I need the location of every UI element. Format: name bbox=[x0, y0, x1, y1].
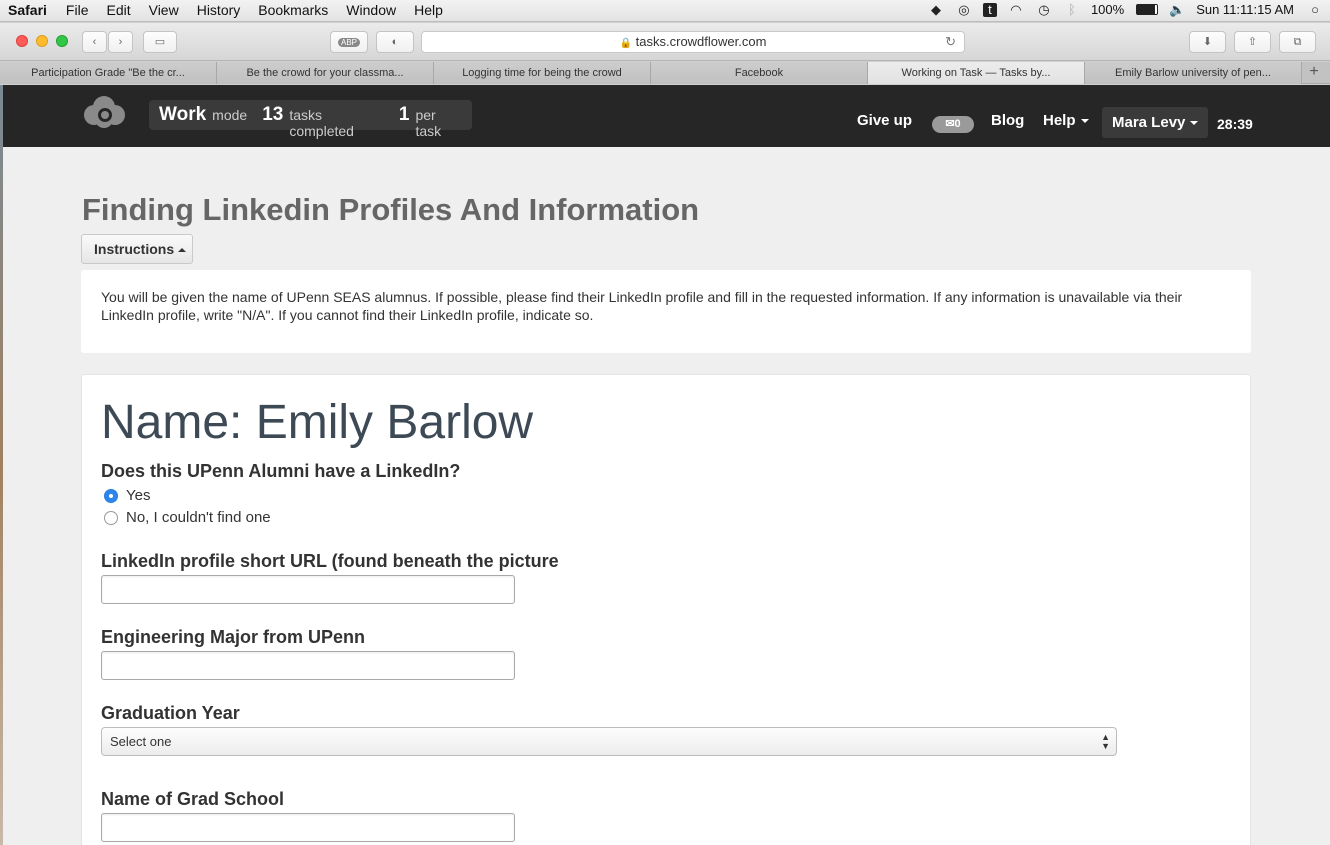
menu-history[interactable]: History bbox=[197, 2, 241, 18]
tasks-completed-count: 13 bbox=[262, 104, 284, 125]
url-text: tasks.crowdflower.com bbox=[635, 34, 767, 49]
work-label: Work bbox=[159, 104, 207, 125]
downloads-icon[interactable]: ⬇ bbox=[1189, 31, 1226, 53]
address-bar[interactable]: 🔒 tasks.crowdflower.com ↻ bbox=[421, 31, 965, 53]
question-grad-year: Graduation Year bbox=[101, 703, 240, 723]
browser-toolbar: ‹ › ▭ ABP ◐ 🔒 tasks.crowdflower.com ↻ ⬇ … bbox=[0, 23, 1330, 61]
forward-button[interactable]: › bbox=[108, 31, 133, 53]
tab-logging-time[interactable]: Logging time for being the crowd bbox=[434, 62, 651, 84]
menu-bookmarks[interactable]: Bookmarks bbox=[258, 2, 328, 18]
close-window-button[interactable] bbox=[16, 35, 28, 47]
chevron-up-icon bbox=[178, 248, 187, 253]
back-button[interactable]: ‹ bbox=[82, 31, 107, 53]
share-icon[interactable]: ⇧ bbox=[1234, 31, 1271, 53]
envelope-icon: ✉ bbox=[945, 118, 955, 130]
menubar: Safari File Edit View History Bookmarks … bbox=[0, 0, 1330, 22]
linkedin-url-input[interactable] bbox=[101, 575, 515, 604]
page-title: Finding Linkedin Profiles And Informatio… bbox=[82, 192, 700, 227]
bluetooth-icon[interactable]: ᛒ bbox=[1063, 2, 1081, 17]
question-has-linkedin: Does this UPenn Alumni have a LinkedIn? bbox=[101, 461, 461, 481]
tab-bar: Participation Grade "Be the cr... Be the… bbox=[0, 62, 1330, 84]
radio-no[interactable]: No, I couldn't find one bbox=[104, 509, 271, 526]
minimize-window-button[interactable] bbox=[36, 35, 48, 47]
tabs-overview-icon[interactable]: ⧉ bbox=[1279, 31, 1316, 53]
instructions-button[interactable]: Instructions bbox=[81, 234, 193, 264]
zoom-window-button[interactable] bbox=[56, 35, 68, 47]
ghostery-icon[interactable]: ◐ bbox=[376, 31, 414, 53]
give-up-link[interactable]: Give up bbox=[857, 112, 912, 129]
mail-count: 0 bbox=[954, 118, 961, 130]
user-menu[interactable]: Mara Levy bbox=[1102, 107, 1208, 138]
task-form: Name: Emily Barlow Does this UPenn Alumn… bbox=[81, 374, 1251, 845]
work-mode-status: Work mode 13 tasks completed 1 per task bbox=[149, 100, 472, 139]
crowdflower-logo-icon[interactable] bbox=[81, 95, 127, 129]
tab-emily-barlow-search[interactable]: Emily Barlow university of pen... bbox=[1085, 62, 1302, 84]
chevron-down-icon bbox=[1080, 119, 1089, 124]
battery-icon[interactable] bbox=[1136, 4, 1159, 15]
help-menu[interactable]: Help bbox=[1043, 112, 1089, 129]
radio-yes-label: Yes bbox=[126, 487, 151, 504]
battery-percent: 100% bbox=[1090, 2, 1125, 17]
select-arrows-icon: ▲ ▼ bbox=[1101, 732, 1110, 751]
instructions-text: You will be given the name of UPenn SEAS… bbox=[101, 289, 1183, 323]
volume-icon[interactable]: 🔈 bbox=[1168, 2, 1186, 17]
reload-icon[interactable]: ↻ bbox=[945, 32, 956, 52]
menubar-clock[interactable]: Sun 11:11:15 AM bbox=[1196, 2, 1294, 17]
question-grad-school: Name of Grad School bbox=[101, 789, 285, 809]
grad-school-input[interactable] bbox=[101, 813, 515, 842]
sidebar-icon[interactable]: ▭ bbox=[143, 31, 177, 53]
per-task-label: per task bbox=[415, 107, 442, 139]
time-machine-icon[interactable]: ◷ bbox=[1035, 2, 1053, 17]
tab-participation-grade[interactable]: Participation Grade "Be the cr... bbox=[0, 62, 217, 84]
per-task-count: 1 bbox=[398, 104, 410, 125]
new-tab-button[interactable]: + bbox=[1302, 62, 1326, 83]
chevron-down-icon bbox=[1190, 121, 1199, 126]
menu-view[interactable]: View bbox=[149, 2, 179, 18]
major-input[interactable] bbox=[101, 651, 515, 680]
instructions-panel: You will be given the name of UPenn SEAS… bbox=[81, 270, 1251, 353]
blog-link[interactable]: Blog bbox=[991, 112, 1024, 129]
lock-icon: 🔒 bbox=[619, 38, 633, 49]
menu-window[interactable]: Window bbox=[346, 2, 396, 18]
creative-cloud-icon[interactable]: ◎ bbox=[955, 2, 973, 17]
tasks-completed-label: tasks completed bbox=[289, 107, 354, 139]
question-major: Engineering Major from UPenn bbox=[101, 627, 366, 647]
grad-year-selected: Select one bbox=[110, 734, 172, 749]
tumblr-icon[interactable]: t bbox=[982, 2, 997, 17]
radio-no-control[interactable] bbox=[104, 510, 118, 525]
user-name: Mara Levy bbox=[1112, 114, 1186, 131]
wifi-icon[interactable]: ◠ bbox=[1007, 2, 1025, 17]
radio-yes[interactable]: Yes bbox=[104, 487, 150, 504]
question-linkedin-url: LinkedIn profile short URL (found beneat… bbox=[101, 551, 559, 571]
mode-label: mode bbox=[212, 107, 248, 123]
task-timer: 28:39 bbox=[1217, 116, 1253, 132]
adblock-button[interactable]: ABP bbox=[330, 31, 368, 53]
help-label: Help bbox=[1043, 112, 1076, 129]
tab-facebook[interactable]: Facebook bbox=[651, 62, 868, 84]
abp-label: ABP bbox=[337, 38, 360, 47]
tab-working-on-task[interactable]: Working on Task — Tasks by... bbox=[868, 62, 1085, 84]
page-content: Finding Linkedin Profiles And Informatio… bbox=[3, 147, 1330, 845]
messages-badge[interactable]: ✉0 bbox=[932, 116, 974, 133]
menu-help[interactable]: Help bbox=[414, 2, 443, 18]
radio-yes-control[interactable] bbox=[104, 488, 118, 503]
menu-file[interactable]: File bbox=[66, 2, 89, 18]
tab-be-the-crowd[interactable]: Be the crowd for your classma... bbox=[217, 62, 434, 84]
alumnus-name: Name: Emily Barlow bbox=[101, 396, 534, 449]
grad-year-select[interactable]: Select one ▲ ▼ bbox=[101, 727, 1117, 756]
menu-app-safari[interactable]: Safari bbox=[8, 2, 47, 18]
spotlight-icon[interactable]: ○ bbox=[1306, 2, 1324, 17]
site-header: Work mode 13 tasks completed 1 per task … bbox=[3, 85, 1330, 147]
radio-no-label: No, I couldn't find one bbox=[126, 509, 271, 526]
dropbox-icon[interactable]: ◆ bbox=[927, 2, 945, 17]
instructions-label: Instructions bbox=[94, 241, 175, 257]
menu-edit[interactable]: Edit bbox=[106, 2, 130, 18]
